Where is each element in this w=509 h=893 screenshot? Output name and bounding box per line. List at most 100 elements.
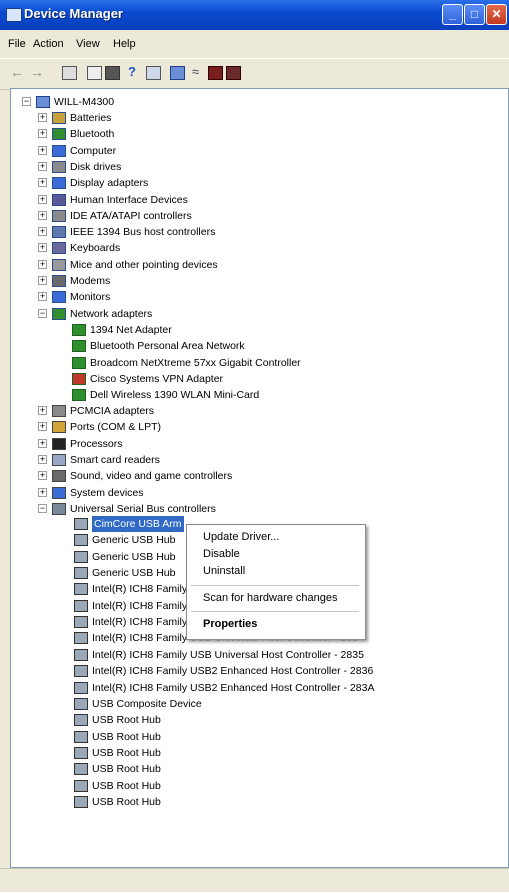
menu-view[interactable]: View [76,38,100,50]
tree-item-sound-video-and-game-controllers-label: Sound, video and game controllers [70,470,233,483]
monitor-icon [52,291,66,304]
usb-device-label: Generic USB Hub [92,550,176,563]
network-adapter-icon [72,372,86,385]
title-bar[interactable]: Device Manager _ □ ✕ [0,0,509,30]
network-adapter-icon [52,307,66,320]
expand-icon[interactable]: + [38,438,47,448]
usb-icon [74,665,88,678]
expand-icon[interactable]: + [38,454,47,464]
tree-item-keyboards-label: Keyboards [70,242,121,255]
usb-device-label: USB Composite Device [92,697,202,710]
usb-icon [74,714,88,727]
menu-uninstall[interactable]: Uninstall [203,565,245,577]
usb-icon [74,763,88,776]
expand-icon[interactable]: + [38,145,47,155]
disk-drive-icon [52,160,66,173]
network-adapter-icon [72,389,86,402]
expand-icon[interactable]: + [38,113,47,122]
menu-separator [191,585,359,586]
tree-item-mice-and-other-pointing-devices-label: Mice and other pointing devices [70,258,218,271]
network-device-label: Cisco Systems VPN Adapter [90,372,224,385]
menu-properties[interactable]: Properties [203,618,257,630]
expand-icon[interactable]: + [38,161,47,171]
expand-icon[interactable]: + [38,292,47,302]
usb-device-selected-label: CimCore USB Arm [92,516,184,532]
usb-icon [74,779,88,792]
network-adapter-icon [72,356,86,369]
menu-help[interactable]: Help [113,38,136,50]
expand-icon[interactable]: + [38,276,47,285]
menu-update-driver[interactable]: Update Driver... [203,531,279,543]
menu-separator [191,611,359,612]
menu-file[interactable]: File [8,38,26,50]
tree-item-ide-ata-atapi-controllers-label: IDE ATA/ATAPI controllers [70,209,192,222]
tree-item-universal-serial-bus-controllers-label: Universal Serial Bus controllers [70,502,216,515]
usb-device-label: Generic USB Hub [92,567,176,580]
expand-icon[interactable]: + [38,129,47,139]
help-icon[interactable]: ? [128,65,143,80]
menu-action[interactable]: Action [33,38,64,50]
processor-icon [52,437,66,450]
smart-card-icon [52,453,66,466]
expand-icon[interactable]: + [38,243,47,253]
collapse-icon[interactable]: − [38,503,47,513]
expand-icon[interactable]: + [38,194,47,204]
menu-bar: File Action View Help [0,30,509,58]
tree-item-processors-label: Processors [70,437,123,450]
expand-icon[interactable]: + [38,487,47,497]
usb-icon [74,518,88,530]
properties-icon[interactable] [87,66,102,80]
collapse-icon[interactable]: − [38,308,47,318]
usb-device-label: USB Root Hub [92,795,161,808]
usb-device-label: Intel(R) ICH8 Family USB Universal Host … [92,648,364,661]
close-button[interactable]: ✕ [486,4,507,25]
expand-icon[interactable]: + [38,178,47,188]
expand-icon[interactable]: + [38,422,47,432]
usb-icon [74,567,88,580]
menu-disable[interactable]: Disable [203,548,240,560]
usb-icon [74,534,88,547]
expand-icon[interactable]: + [38,471,47,481]
expand-icon[interactable]: + [38,406,47,415]
computer-icon[interactable] [170,66,185,80]
up-icon[interactable] [62,66,77,80]
back-icon[interactable]: ← [10,65,25,80]
tree-root-label: WILL-M4300 [54,96,115,108]
port-icon [52,421,66,434]
system-device-icon [52,486,66,499]
disable-icon[interactable] [226,66,241,80]
usb-icon [74,746,88,759]
tree-item-bluetooth-label: Bluetooth [70,128,115,141]
menu-scan[interactable]: Scan for hardware changes [203,592,338,604]
minimize-button[interactable]: _ [442,4,463,25]
device-manager-window: Device Manager _ □ ✕ File Action View He… [0,0,509,892]
usb-icon [52,502,66,515]
usb-device-label: Intel(R) ICH8 Family USB2 Enhanced Host … [92,665,374,678]
tree-item-monitors-label: Monitors [70,291,111,304]
tree-item-system-devices-label: System devices [70,486,144,499]
expand-icon[interactable]: + [38,227,47,237]
usb-icon [74,632,88,645]
ieee1394-icon [52,226,66,239]
tree-item-pcmcia-adapters-label: PCMCIA adapters [70,405,155,417]
expand-icon[interactable]: + [38,210,47,220]
expand-icon[interactable]: + [38,259,47,269]
network-device-label: Bluetooth Personal Area Network [90,340,245,353]
usb-device-label: USB Root Hub [92,730,161,743]
usb-icon [74,648,88,661]
tree-item-disk-drives-label: Disk drives [70,160,122,173]
usb-icon [74,550,88,563]
uninstall-icon[interactable] [208,66,223,80]
network-adapter-icon [72,340,86,353]
usb-icon [74,697,88,710]
status-bar [0,868,509,893]
ide-icon [52,209,66,222]
scan-icon[interactable]: ≈ [192,65,207,80]
print-icon[interactable] [105,66,120,80]
collapse-icon[interactable]: − [22,97,31,106]
forward-icon[interactable]: → [30,65,45,80]
maximize-button[interactable]: □ [464,4,485,25]
view-icon[interactable] [146,66,161,80]
usb-icon [74,616,88,629]
tree-item-network-adapters-label: Network adapters [70,307,153,320]
